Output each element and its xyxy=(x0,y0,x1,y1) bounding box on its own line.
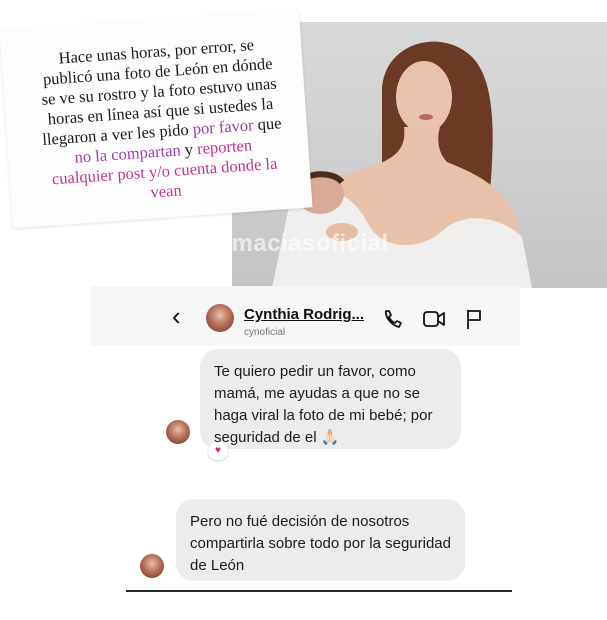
contact-handle: cynoficial xyxy=(244,327,286,338)
note-line: y xyxy=(179,139,198,160)
note-line: que xyxy=(252,113,283,135)
watermark-text: @raymaciasoficial xyxy=(170,230,389,257)
back-chevron-icon[interactable]: ‹ xyxy=(172,303,181,329)
story-note-text: Hace unas horas, por error, se publicó u… xyxy=(15,32,307,211)
report-flag-icon[interactable] xyxy=(464,308,484,330)
heart-reaction-icon[interactable]: ♥ xyxy=(208,442,228,460)
avatar[interactable] xyxy=(206,304,234,332)
note-highlight-reporten: reporten xyxy=(196,135,253,159)
received-message-bubble[interactable]: Te quiero pedir un favor, como mamá, me … xyxy=(200,349,461,449)
screenshot-frame: Hace unas horas, por error, se publicó u… xyxy=(0,0,607,620)
story-text-note: Hace unas horas, por error, se publicó u… xyxy=(0,9,313,229)
story-collage: Hace unas horas, por error, se publicó u… xyxy=(0,0,607,290)
dm-header: ‹ Cynthia Rodrig... cynoficial xyxy=(140,294,490,338)
sender-avatar xyxy=(140,554,164,578)
sender-avatar xyxy=(166,420,190,444)
video-call-icon[interactable] xyxy=(422,308,446,330)
received-message-bubble[interactable]: Pero no fué decisión de nosotros compart… xyxy=(176,499,465,581)
direct-message-screenshot: ‹ Cynthia Rodrig... cynoficial Te quiero… xyxy=(0,286,607,620)
divider-line xyxy=(126,590,512,592)
note-line-pink: vean xyxy=(149,180,183,202)
contact-name[interactable]: Cynthia Rodrig... xyxy=(244,306,364,323)
phone-call-icon[interactable] xyxy=(382,308,404,330)
